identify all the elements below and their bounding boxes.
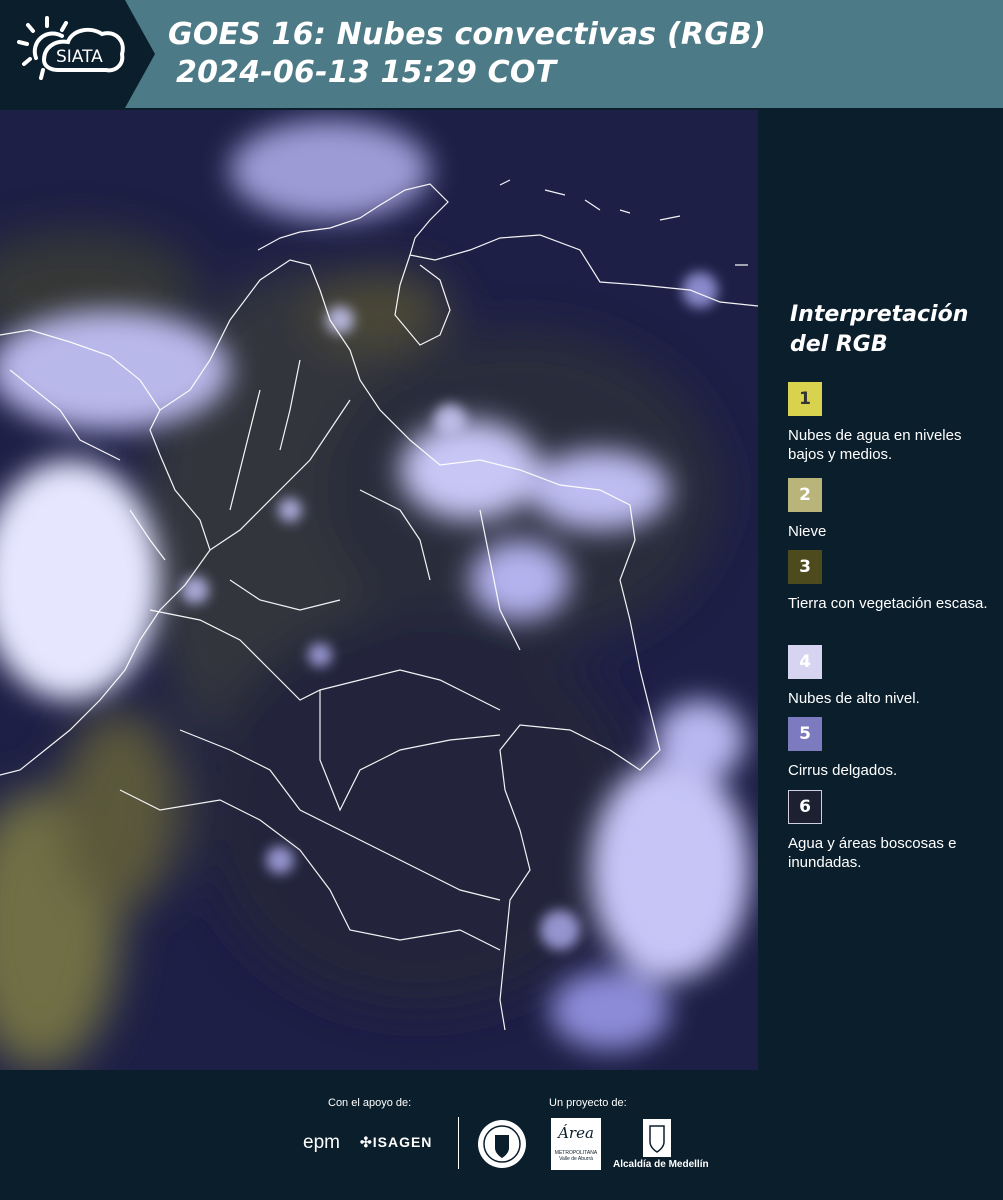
- logo-text: SIATA: [56, 47, 103, 67]
- legend-label-3: Tierra con vegetación escasa.: [788, 595, 988, 612]
- legend-swatch-5: 5: [788, 717, 822, 751]
- footer: Con el apoyo de: Un proyecto de: epm ✣IS…: [0, 1070, 1003, 1200]
- area-metropolitana-logo: Área METROPOLITANA Valle de Aburrá: [551, 1118, 601, 1170]
- legend-label-1: Nubes de agua en niveles bajos y medios.: [788, 427, 962, 463]
- isagen-icon: ✣: [360, 1134, 373, 1150]
- legend-label-5: Cirrus delgados.: [788, 762, 898, 779]
- area-sub2: Valle de Aburrá: [559, 1156, 593, 1162]
- legend-item-2: 2 Nieve: [788, 478, 993, 541]
- page-title: GOES 16: Nubes convectivas (RGB) 2024-06…: [168, 16, 766, 92]
- legend-swatch-3: 3: [788, 550, 822, 584]
- support-label: Con el apoyo de:: [328, 1097, 412, 1109]
- satellite-image: [0, 110, 758, 1070]
- legend-item-4: 4 Nubes de alto nivel.: [788, 645, 993, 708]
- legend-label-4: Nubes de alto nivel.: [788, 690, 920, 707]
- legend-swatch-4: 4: [788, 645, 822, 679]
- legend-item-3: 3 Tierra con vegetación escasa.: [788, 550, 993, 613]
- legend-title: Interpretación del RGB: [790, 302, 969, 357]
- isagen-text: ISAGEN: [372, 1134, 433, 1150]
- satellite-map: [0, 110, 758, 1070]
- sun-cloud-icon: SIATA: [17, 16, 125, 80]
- legend-item-1: 1 Nubes de agua en niveles bajos y medio…: [788, 382, 993, 464]
- legend-label-6: Agua y áreas boscosas e inundadas.: [788, 835, 957, 871]
- header-bar: SIATA GOES 16: Nubes convectivas (RGB) 2…: [0, 0, 1003, 108]
- title-line-1: GOES 16: Nubes convectivas (RGB): [168, 17, 767, 52]
- area-text: Área: [558, 1124, 594, 1142]
- legend-swatch-6: 6: [788, 790, 822, 824]
- legend-label-2: Nieve: [788, 523, 827, 540]
- legend-item-5: 5 Cirrus delgados.: [788, 717, 993, 780]
- alcaldia-crest-icon: [643, 1119, 671, 1157]
- legend-panel: Interpretación del RGB 1 Nubes de agua e…: [758, 110, 1003, 1070]
- alcaldia-text: Alcaldía de Medellín: [613, 1159, 709, 1170]
- isagen-logo: ✣ISAGEN: [360, 1134, 432, 1151]
- medellin-seal-icon: [478, 1120, 526, 1168]
- siata-logo: SIATA: [0, 0, 155, 108]
- title-line-2: 2024-06-13 15:29 COT: [176, 55, 557, 90]
- epm-logo: epm: [303, 1132, 340, 1153]
- legend-item-6: 6 Agua y áreas boscosas e inundadas.: [788, 790, 993, 872]
- footer-divider: [458, 1117, 459, 1169]
- project-label: Un proyecto de:: [549, 1097, 627, 1109]
- legend-swatch-2: 2: [788, 478, 822, 512]
- legend-swatch-1: 1: [788, 382, 822, 416]
